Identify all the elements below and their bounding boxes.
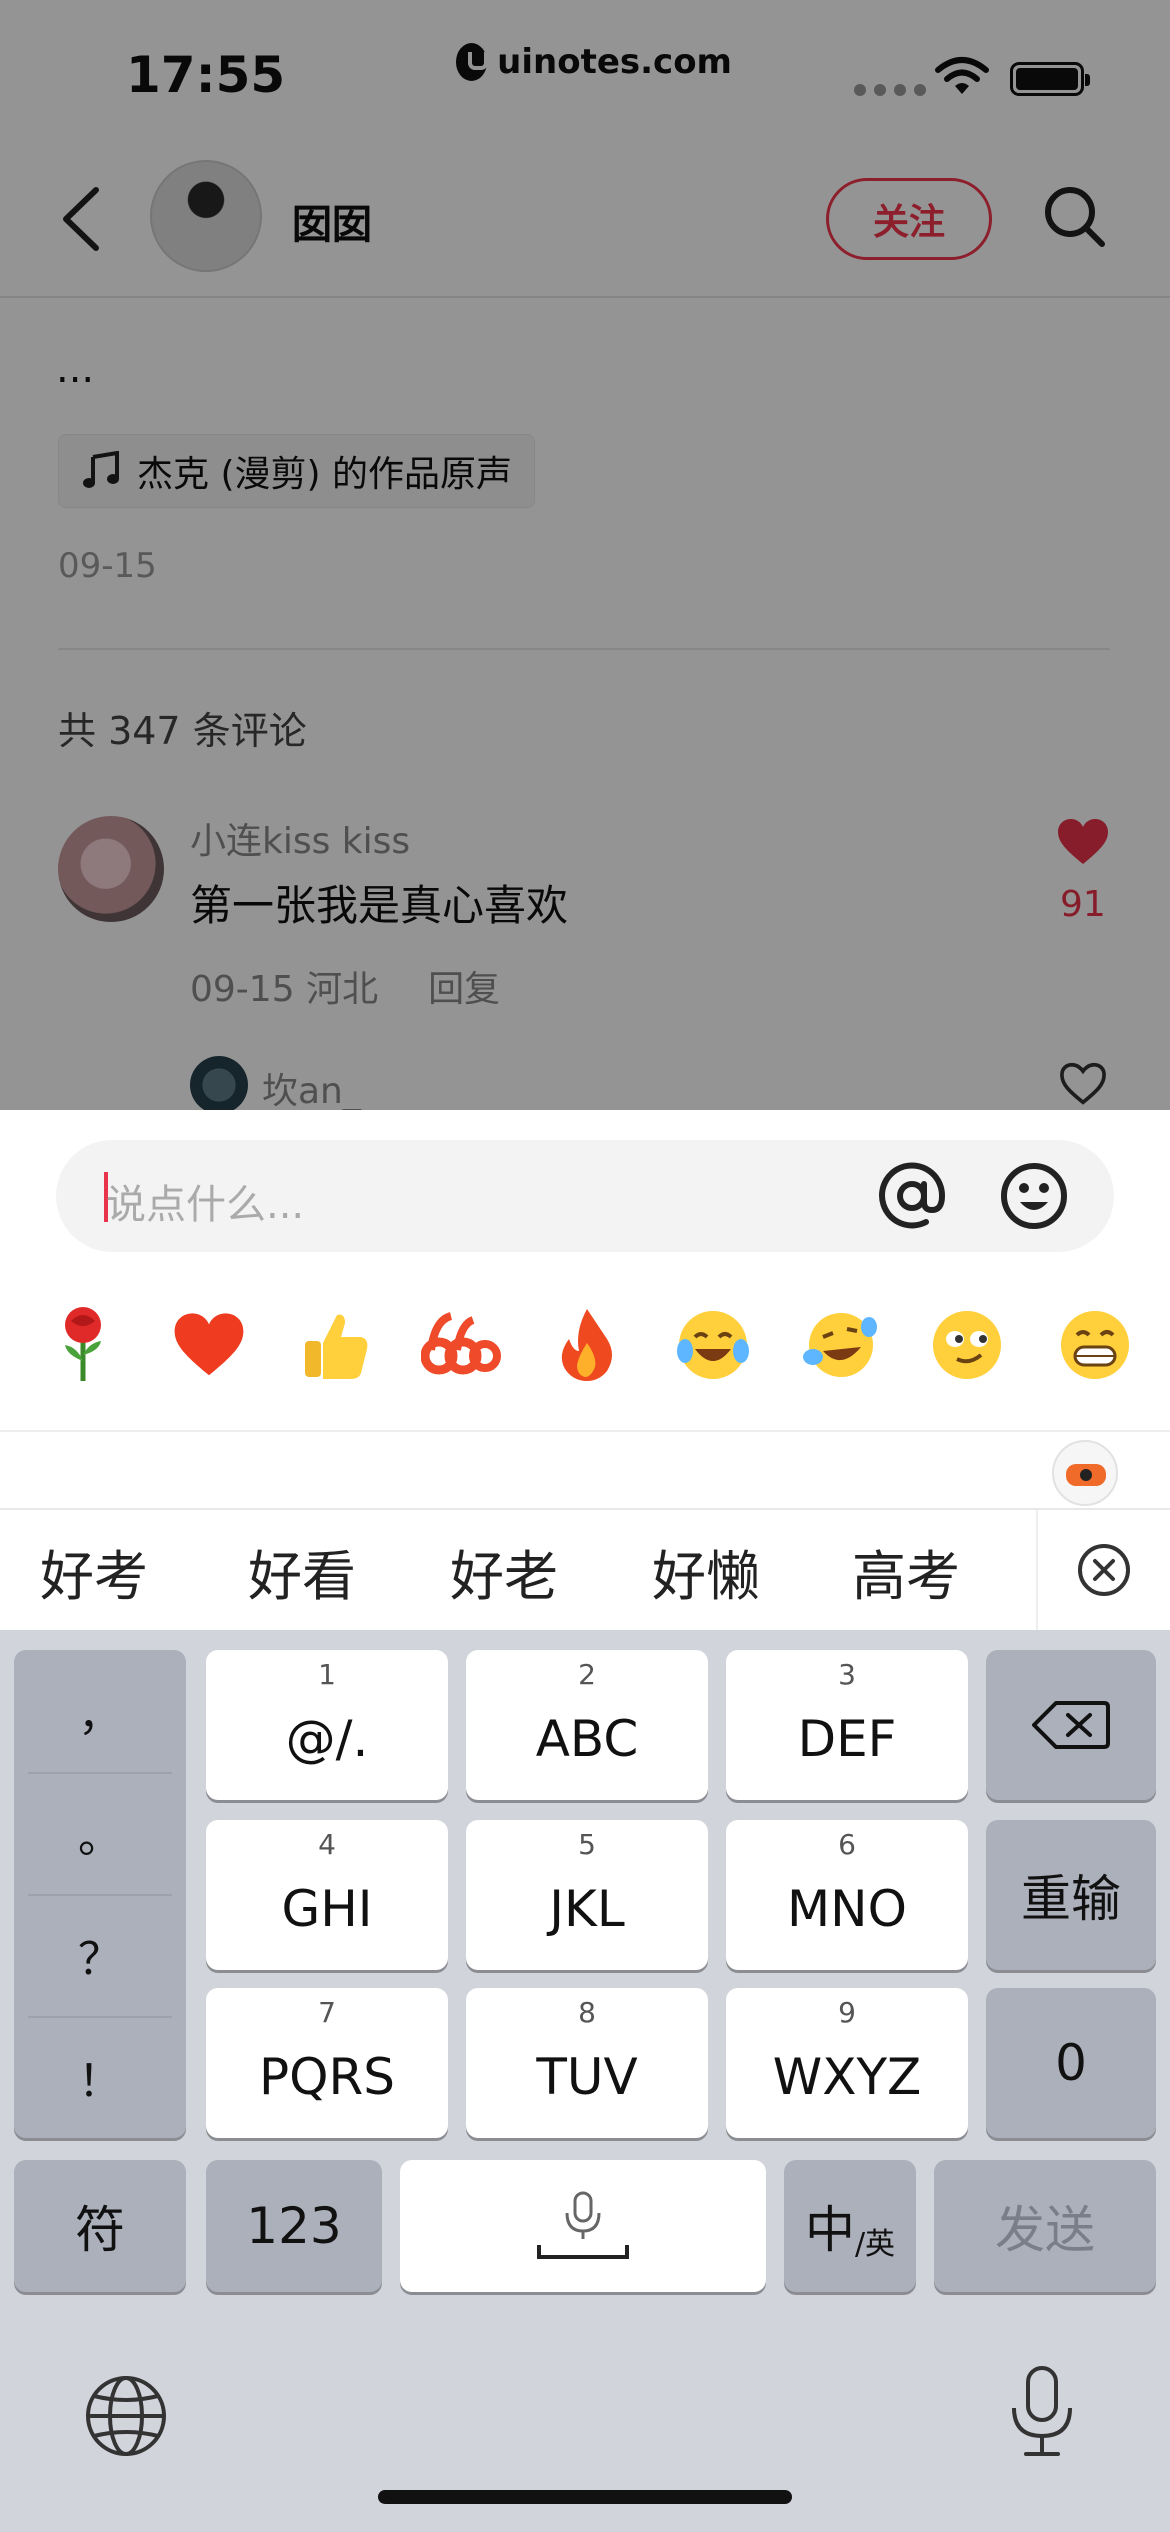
punct-key[interactable]: ， <box>14 1650 186 1772</box>
key-8[interactable]: 8 TUV <box>466 1988 708 2138</box>
key-label: ABC <box>535 1710 639 1768</box>
key-label: GHI <box>281 1880 373 1938</box>
key-label: MNO <box>787 1880 907 1938</box>
666-emoji[interactable] <box>416 1300 506 1390</box>
candidate-item[interactable]: 高考 <box>852 1532 960 1611</box>
lang-sub: /英 <box>854 2227 896 2262</box>
space-mic-icon <box>537 2191 629 2259</box>
heart-emoji[interactable] <box>164 1300 254 1390</box>
rolling-laugh-emoji[interactable] <box>796 1300 886 1390</box>
space-key[interactable] <box>400 2160 766 2292</box>
candidate-item[interactable]: 好看 <box>248 1532 356 1611</box>
ime-candidate-bar: 好考 好看 好老 好懒 高考 <box>0 1510 1170 1630</box>
punctuation-column: ， 。 ？ ！ <box>14 1650 186 2138</box>
key-3[interactable]: 3 DEF <box>726 1650 968 1800</box>
quick-emoji-row <box>0 1300 1170 1420</box>
comment-composer-sheet: 说点什么... 好考 好看 好老 好懒 高考 <box>0 1110 1170 1630</box>
dictation-mic-icon[interactable] <box>1006 2364 1078 2460</box>
globe-icon[interactable] <box>84 2374 168 2458</box>
key-label: DEF <box>797 1710 897 1768</box>
key-label: JKL <box>549 1880 625 1938</box>
backspace-key[interactable] <box>986 1650 1156 1800</box>
symbols-label: 符 <box>75 2201 125 2259</box>
key-0[interactable]: 0 <box>986 1988 1156 2138</box>
assistant-bot-icon[interactable] <box>1052 1440 1118 1506</box>
key-number: 1 <box>318 1658 336 1691</box>
home-indicator[interactable] <box>378 2490 792 2504</box>
key-label: PQRS <box>259 2048 395 2106</box>
punct-key[interactable]: ！ <box>14 2016 186 2138</box>
key-2[interactable]: 2 ABC <box>466 1650 708 1800</box>
thumbs-up-emoji[interactable] <box>290 1300 380 1390</box>
rose-emoji[interactable] <box>38 1300 128 1390</box>
key-4[interactable]: 4 GHI <box>206 1820 448 1970</box>
language-switch-key[interactable]: 中/英 <box>784 2160 916 2292</box>
key-number: 7 <box>318 1996 336 2029</box>
key-number: 3 <box>838 1658 856 1691</box>
reenter-key[interactable]: 重输 <box>986 1820 1156 1970</box>
key-7[interactable]: 7 PQRS <box>206 1988 448 2138</box>
punct-key[interactable]: 。 <box>14 1772 186 1894</box>
key-number: 6 <box>838 1828 856 1861</box>
key-number: 9 <box>838 1996 856 2029</box>
at-mention-icon[interactable] <box>876 1160 948 1232</box>
send-key[interactable]: 发送 <box>934 2160 1156 2292</box>
key-label: 0 <box>1055 2034 1087 2092</box>
numbers-label: 123 <box>246 2197 342 2255</box>
backspace-icon <box>1032 1701 1110 1749</box>
pinyin-9key-keyboard: ， 。 ？ ！ 1 @/. 2 ABC 3 DEF 4 GHI 5 JKL 6 … <box>0 1630 1170 2532</box>
laugh-tears-emoji[interactable] <box>668 1300 758 1390</box>
close-circle-icon <box>1078 1544 1130 1596</box>
grin-emoji[interactable] <box>1050 1300 1140 1390</box>
comment-input[interactable]: 说点什么... <box>56 1140 1114 1252</box>
candidate-close-button[interactable] <box>1036 1510 1170 1630</box>
key-label: WXYZ <box>772 2048 922 2106</box>
candidate-item[interactable]: 好老 <box>450 1532 558 1611</box>
emoji-divider <box>0 1430 1170 1432</box>
key-9[interactable]: 9 WXYZ <box>726 1988 968 2138</box>
lang-main: 中 <box>804 2201 855 2259</box>
candidate-item[interactable]: 好懒 <box>652 1532 760 1611</box>
modal-overlay[interactable] <box>0 0 1170 1110</box>
key-number: 8 <box>578 1996 596 2029</box>
key-1[interactable]: 1 @/. <box>206 1650 448 1800</box>
key-6[interactable]: 6 MNO <box>726 1820 968 1970</box>
punct-key[interactable]: ？ <box>14 1894 186 2016</box>
key-number: 4 <box>318 1828 336 1861</box>
key-label: @/. <box>285 1710 369 1768</box>
emoji-picker-icon[interactable] <box>998 1160 1070 1232</box>
key-label: TUV <box>536 2048 638 2106</box>
comment-input-placeholder: 说点什么... <box>106 1182 305 1228</box>
key-5[interactable]: 5 JKL <box>466 1820 708 1970</box>
key-number: 2 <box>578 1658 596 1691</box>
numbers-key[interactable]: 123 <box>206 2160 382 2292</box>
key-number: 5 <box>578 1828 596 1861</box>
candidate-item[interactable]: 好考 <box>40 1532 148 1611</box>
fire-emoji[interactable] <box>542 1300 632 1390</box>
smirk-emoji[interactable] <box>922 1300 1012 1390</box>
reenter-label: 重输 <box>1021 1870 1121 1928</box>
send-label: 发送 <box>995 2201 1095 2259</box>
symbols-key[interactable]: 符 <box>14 2160 186 2292</box>
